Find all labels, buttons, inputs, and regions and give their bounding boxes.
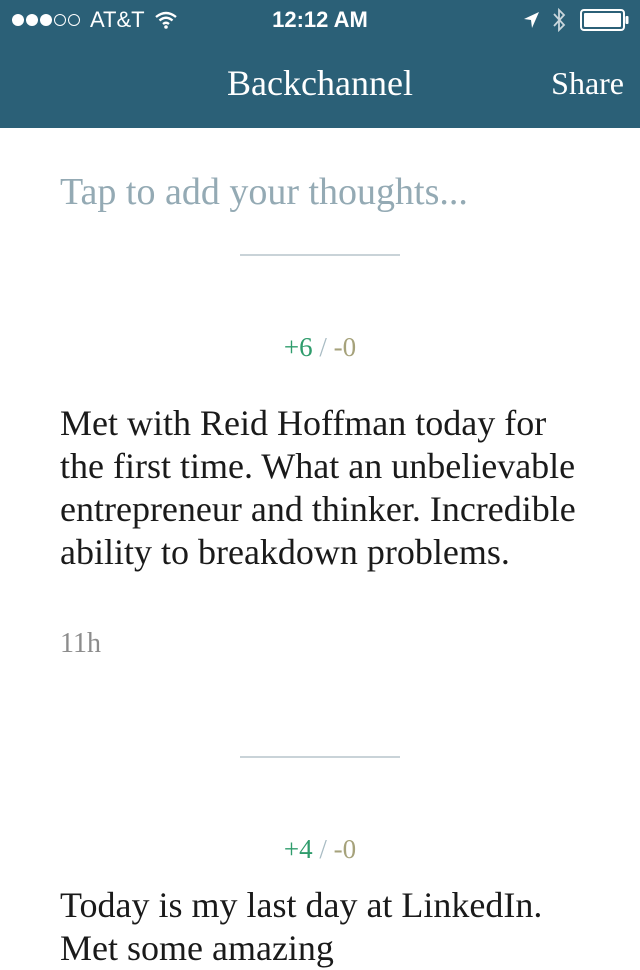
post-text[interactable]: Today is my last day at LinkedIn. Met so… (60, 884, 580, 970)
battery-icon (580, 9, 629, 31)
divider (240, 254, 400, 256)
status-right (522, 8, 630, 32)
post-timestamp: 11h (60, 628, 101, 659)
vote-counter: +4 / -0 (0, 834, 640, 865)
vote-separator: / (319, 332, 327, 362)
status-bar: AT&T 12:12 AM (0, 0, 640, 40)
upvote-count[interactable]: +4 (284, 834, 313, 864)
post-text[interactable]: Met with Reid Hoffman today for the firs… (60, 402, 580, 574)
bluetooth-icon (553, 8, 566, 32)
vote-separator: / (319, 834, 327, 864)
compose-input[interactable] (60, 170, 600, 214)
share-button[interactable]: Share (551, 65, 624, 102)
downvote-count[interactable]: -0 (334, 834, 357, 864)
app-header: AT&T 12:12 AM Backchannel Share (0, 0, 640, 128)
vote-counter: +6 / -0 (0, 332, 640, 363)
divider (240, 756, 400, 758)
downvote-count[interactable]: -0 (334, 332, 357, 362)
location-icon (524, 12, 539, 28)
nav-title: Backchannel (227, 63, 413, 103)
upvote-count[interactable]: +6 (284, 332, 313, 362)
